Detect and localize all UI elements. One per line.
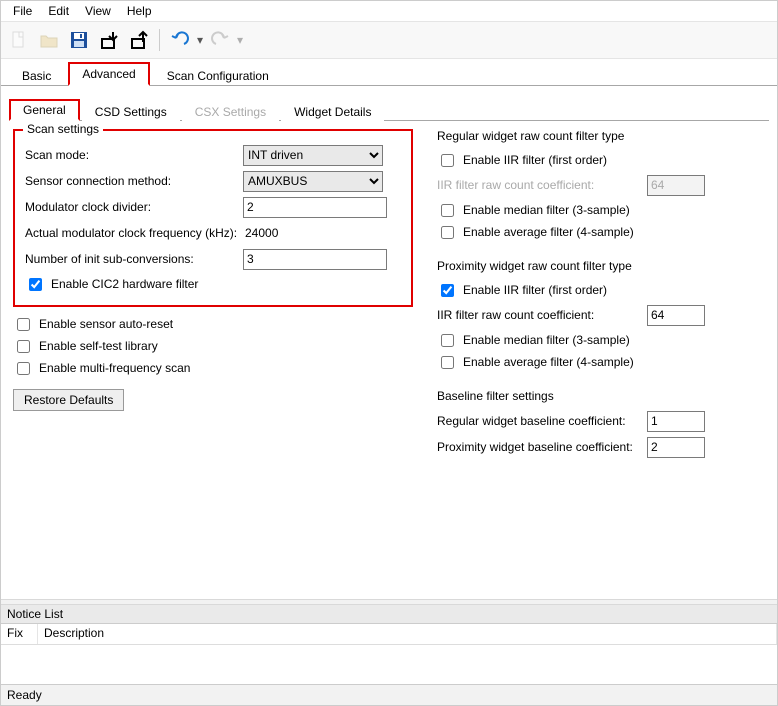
regular-iir-label: Enable IIR filter (first order) — [463, 153, 607, 167]
prox-median-label: Enable median filter (3-sample) — [463, 333, 630, 347]
regular-median-label: Enable median filter (3-sample) — [463, 203, 630, 217]
prox-avg-label: Enable average filter (4-sample) — [463, 355, 634, 369]
outer-tabstrip: Basic Advanced Scan Configuration — [1, 59, 777, 86]
tab-csd-settings[interactable]: CSD Settings — [82, 102, 180, 121]
baseline-regular-label: Regular widget baseline coefficient: — [437, 414, 647, 428]
init-subconv-label: Number of init sub-conversions: — [25, 252, 243, 266]
regular-iir-coef-label: IIR filter raw count coefficient: — [437, 178, 647, 192]
notice-list: Fix Description — [1, 624, 777, 684]
proximity-filter-title: Proximity widget raw count filter type — [437, 259, 757, 273]
scan-settings-title: Scan settings — [23, 122, 103, 136]
baseline-regular-input[interactable] — [647, 411, 705, 432]
tab-widget-details[interactable]: Widget Details — [281, 102, 384, 121]
tab-general[interactable]: General — [9, 99, 80, 121]
baseline-filter-title: Baseline filter settings — [437, 389, 757, 403]
open-folder-icon[interactable] — [35, 26, 63, 54]
enable-multi-freq-checkbox[interactable] — [17, 362, 30, 375]
undo-icon[interactable] — [166, 26, 194, 54]
inner-tabstrip: General CSD Settings CSX Settings Widget… — [9, 96, 769, 121]
modulator-divider-input[interactable] — [243, 197, 387, 218]
prox-iir-checkbox[interactable] — [441, 284, 454, 297]
undo-dropdown-icon[interactable]: ▾ — [196, 33, 204, 47]
scan-settings-group: Scan settings Scan mode: INT driven Sens… — [13, 129, 413, 307]
statusbar: Ready — [1, 684, 777, 705]
baseline-prox-input[interactable] — [647, 437, 705, 458]
actual-frequency-label: Actual modulator clock frequency (kHz): — [25, 226, 243, 240]
notice-list-header: Notice List — [1, 605, 777, 624]
baseline-prox-label: Proximity widget baseline coefficient: — [437, 440, 647, 454]
import-icon[interactable] — [95, 26, 123, 54]
content-area: General CSD Settings CSX Settings Widget… — [1, 86, 777, 599]
scan-mode-select[interactable]: INT driven — [243, 145, 383, 166]
init-subconv-input[interactable] — [243, 249, 387, 270]
prox-iir-coef-input[interactable] — [647, 305, 705, 326]
regular-iir-checkbox[interactable] — [441, 154, 454, 167]
actual-frequency-value: 24000 — [243, 226, 278, 240]
prox-avg-checkbox[interactable] — [441, 356, 454, 369]
prox-iir-coef-label: IIR filter raw count coefficient: — [437, 308, 647, 322]
toolbar: ▾ ▾ — [1, 21, 777, 59]
baseline-filter-group: Baseline filter settings Regular widget … — [437, 389, 757, 459]
enable-cic2-checkbox[interactable] — [29, 278, 42, 291]
redo-icon[interactable] — [206, 26, 234, 54]
notice-col-description[interactable]: Description — [38, 624, 777, 644]
enable-auto-reset-label: Enable sensor auto-reset — [39, 317, 173, 331]
menu-help[interactable]: Help — [119, 1, 160, 21]
tab-basic[interactable]: Basic — [9, 65, 64, 86]
redo-dropdown-icon[interactable]: ▾ — [236, 33, 244, 47]
prox-median-checkbox[interactable] — [441, 334, 454, 347]
enable-self-test-checkbox[interactable] — [17, 340, 30, 353]
sensor-connection-select[interactable]: AMUXBUS — [243, 171, 383, 192]
sensor-connection-label: Sensor connection method: — [25, 174, 243, 188]
prox-iir-label: Enable IIR filter (first order) — [463, 283, 607, 297]
menu-view[interactable]: View — [77, 1, 119, 21]
restore-defaults-button[interactable]: Restore Defaults — [13, 389, 124, 411]
modulator-divider-label: Modulator clock divider: — [25, 200, 243, 214]
regular-filter-title: Regular widget raw count filter type — [437, 129, 757, 143]
enable-auto-reset-checkbox[interactable] — [17, 318, 30, 331]
regular-median-checkbox[interactable] — [441, 204, 454, 217]
menu-edit[interactable]: Edit — [40, 1, 77, 21]
enable-multi-freq-label: Enable multi-frequency scan — [39, 361, 190, 375]
tab-advanced[interactable]: Advanced — [68, 62, 149, 86]
regular-avg-checkbox[interactable] — [441, 226, 454, 239]
regular-iir-coef-input — [647, 175, 705, 196]
menu-file[interactable]: File — [5, 1, 40, 21]
export-icon[interactable] — [125, 26, 153, 54]
toolbar-separator — [159, 29, 160, 51]
scan-mode-label: Scan mode: — [25, 148, 243, 162]
notice-col-fix[interactable]: Fix — [1, 624, 38, 644]
enable-cic2-label: Enable CIC2 hardware filter — [51, 277, 198, 291]
proximity-filter-group: Proximity widget raw count filter type E… — [437, 259, 757, 373]
regular-filter-group: Regular widget raw count filter type Ena… — [437, 129, 757, 243]
menubar: File Edit View Help — [1, 1, 777, 21]
regular-avg-label: Enable average filter (4-sample) — [463, 225, 634, 239]
tab-scan-configuration[interactable]: Scan Configuration — [154, 65, 282, 86]
new-file-icon[interactable] — [5, 26, 33, 54]
save-icon[interactable] — [65, 26, 93, 54]
tab-csx-settings: CSX Settings — [182, 102, 279, 121]
enable-self-test-label: Enable self-test library — [39, 339, 158, 353]
